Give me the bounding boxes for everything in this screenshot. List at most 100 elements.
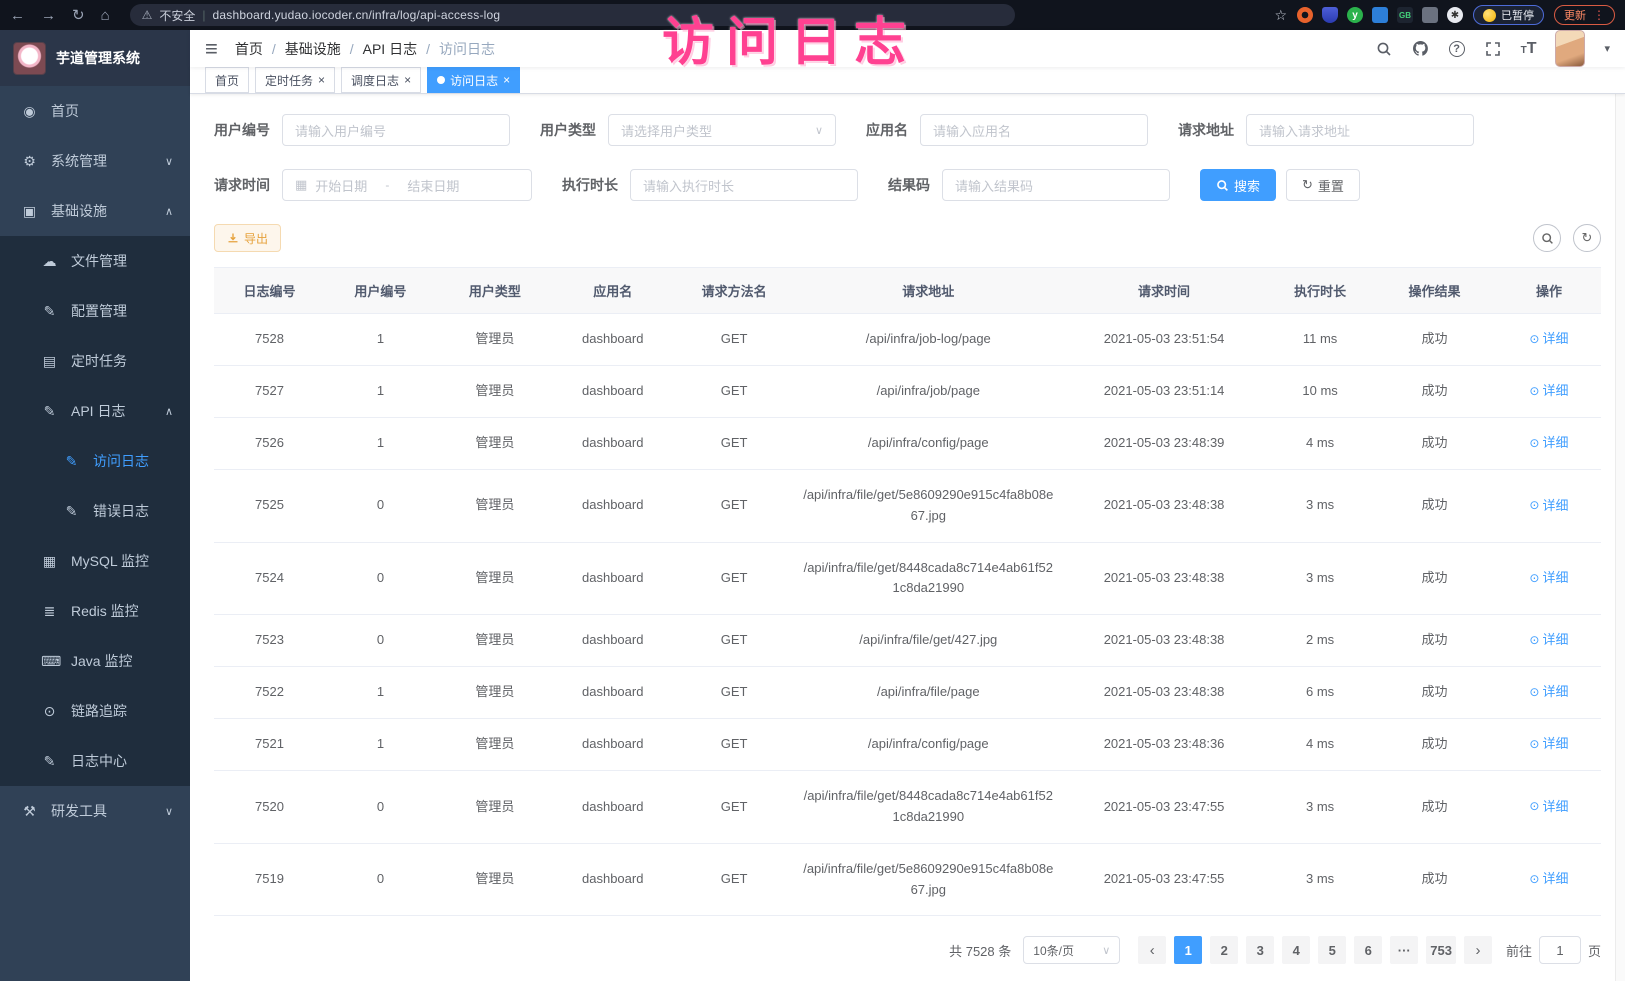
detail-link[interactable]: ⊙ 详细 <box>1529 329 1568 350</box>
sidebar-item-infra[interactable]: ▣ 基础设施 ∧ <box>0 186 190 236</box>
sidebar-item-home[interactable]: ◉ 首页 <box>0 86 190 136</box>
breadcrumb-api-log[interactable]: API 日志 <box>363 39 417 59</box>
tab-close-icon[interactable]: × <box>404 73 411 87</box>
sidebar-item-devtools[interactable]: ⚒ 研发工具 ∨ <box>0 786 190 836</box>
table-row[interactable]: 7528 1 管理员 dashboard GET /api/infra/job-… <box>214 314 1601 366</box>
detail-link[interactable]: ⊙ 详细 <box>1529 869 1568 890</box>
detail-link[interactable]: ⊙ 详细 <box>1529 496 1568 517</box>
date-range-picker[interactable]: ▦ 开始日期 - 结束日期 <box>282 169 532 201</box>
tab-home[interactable]: 首页 <box>205 67 249 93</box>
kebab-menu-icon[interactable]: ⋮ <box>1593 8 1605 22</box>
browser-reload-icon[interactable]: ↻ <box>72 6 85 24</box>
sidebar-toggle-icon[interactable]: ≡ <box>205 38 218 60</box>
sidebar-item-jobs[interactable]: ▤ 定时任务 <box>0 336 190 386</box>
tab-close-icon[interactable]: × <box>318 73 325 87</box>
user-id-input[interactable]: 请输入用户编号 <box>282 114 510 146</box>
user-avatar[interactable] <box>1555 30 1585 67</box>
user-type-select[interactable]: 请选择用户类型 ∨ <box>608 114 836 146</box>
page-button-753[interactable]: 753 <box>1426 936 1456 964</box>
browser-forward-icon[interactable]: → <box>41 7 56 24</box>
chevron-icon: ∨ <box>165 805 173 818</box>
result-code-input[interactable]: 请输入结果码 <box>942 169 1170 201</box>
app-name-input[interactable]: 请输入应用名 <box>920 114 1148 146</box>
sidebar-item-error-log[interactable]: ✎ 错误日志 <box>0 486 190 536</box>
table-row[interactable]: 7524 0 管理员 dashboard GET /api/infra/file… <box>214 542 1601 615</box>
refresh-button[interactable]: ↻ <box>1573 224 1601 252</box>
app-logo[interactable]: 芋道管理系统 <box>0 30 190 86</box>
page-button-more[interactable]: ··· <box>1390 936 1418 964</box>
goto-page-input[interactable]: 1 <box>1539 936 1581 964</box>
table-header-cell: 用户编号 <box>325 268 436 314</box>
table-row[interactable]: 7525 0 管理员 dashboard GET /api/infra/file… <box>214 470 1601 543</box>
export-button[interactable]: 导出 <box>214 224 281 252</box>
page-button-4[interactable]: 4 <box>1282 936 1310 964</box>
tab-jobs[interactable]: 定时任务 × <box>255 67 335 93</box>
detail-link[interactable]: ⊙ 详细 <box>1529 682 1568 703</box>
breadcrumb-home[interactable]: 首页 <box>235 39 263 59</box>
sidebar-item-mysql[interactable]: ▦ MySQL 监控 <box>0 536 190 586</box>
sidebar-item-access-log[interactable]: ✎ 访问日志 <box>0 436 190 486</box>
tab-access-log[interactable]: 访问日志 × <box>427 67 520 93</box>
page-button-1[interactable]: 1 <box>1174 936 1202 964</box>
next-page-button[interactable]: › <box>1464 936 1492 964</box>
detail-link[interactable]: ⊙ 详细 <box>1529 797 1568 818</box>
table-row[interactable]: 7522 1 管理员 dashboard GET /api/infra/file… <box>214 667 1601 719</box>
font-size-icon[interactable]: TT <box>1521 40 1537 58</box>
prev-page-button[interactable]: ‹ <box>1138 936 1166 964</box>
blue-extension-icon[interactable] <box>1372 7 1388 23</box>
user-id-cell: 0 <box>325 470 436 543</box>
sidebar-item-api-log[interactable]: ✎ API 日志 ∧ <box>0 386 190 436</box>
github-icon[interactable] <box>1412 40 1430 58</box>
avatar-caret-icon[interactable]: ▾ <box>1604 42 1610 55</box>
sidebar-item-redis[interactable]: ≣ Redis 监控 <box>0 586 190 636</box>
sidebar-item-trace[interactable]: ⊙ 链路追踪 <box>0 686 190 736</box>
green-extension-icon[interactable]: y <box>1347 7 1363 23</box>
paused-badge[interactable]: 已暂停 <box>1473 5 1544 25</box>
sidebar-item-java[interactable]: ⌨ Java 监控 <box>0 636 190 686</box>
detail-link[interactable]: ⊙ 详细 <box>1529 433 1568 454</box>
app-name-cell: dashboard <box>554 542 672 615</box>
page-button-5[interactable]: 5 <box>1318 936 1346 964</box>
detail-link[interactable]: ⊙ 详细 <box>1529 381 1568 402</box>
table-row[interactable]: 7520 0 管理员 dashboard GET /api/infra/file… <box>214 771 1601 844</box>
vertical-scrollbar[interactable] <box>1615 30 1625 981</box>
shield-extension-icon[interactable] <box>1322 7 1338 23</box>
sidebar-item-config[interactable]: ✎ 配置管理 <box>0 286 190 336</box>
gray-extension-icon[interactable] <box>1422 7 1438 23</box>
search-icon[interactable] <box>1375 40 1393 58</box>
table-row[interactable]: 7526 1 管理员 dashboard GET /api/infra/conf… <box>214 418 1601 470</box>
table-row[interactable]: 7523 0 管理员 dashboard GET /api/infra/file… <box>214 615 1601 667</box>
detail-link[interactable]: ⊙ 详细 <box>1529 734 1568 755</box>
orange-extension-icon[interactable] <box>1297 7 1313 23</box>
fullscreen-icon[interactable] <box>1484 40 1502 58</box>
page-button-3[interactable]: 3 <box>1246 936 1274 964</box>
browser-back-icon[interactable]: ← <box>10 7 25 24</box>
sidebar-item-file[interactable]: ☁ 文件管理 <box>0 236 190 286</box>
toggle-search-button[interactable] <box>1533 224 1561 252</box>
page-button-6[interactable]: 6 <box>1354 936 1382 964</box>
page-button-2[interactable]: 2 <box>1210 936 1238 964</box>
tab-close-icon[interactable]: × <box>503 73 510 87</box>
reset-button[interactable]: ↻ 重置 <box>1286 169 1360 201</box>
help-icon[interactable]: ? <box>1449 41 1465 57</box>
detail-link[interactable]: ⊙ 详细 <box>1529 568 1568 589</box>
sidebar-item-log-center[interactable]: ✎ 日志中心 <box>0 736 190 786</box>
table-row[interactable]: 7519 0 管理员 dashboard GET /api/infra/file… <box>214 843 1601 916</box>
tab-job-log[interactable]: 调度日志 × <box>341 67 421 93</box>
dark-extension-icon[interactable]: GB <box>1397 7 1413 23</box>
sidebar-item-system[interactable]: ⚙ 系统管理 ∨ <box>0 136 190 186</box>
address-bar[interactable]: ⚠ 不安全 | dashboard.yudao.iocoder.cn/infra… <box>130 4 1015 26</box>
update-button[interactable]: 更新 ⋮ <box>1554 5 1615 25</box>
search-button[interactable]: 搜索 <box>1200 169 1276 201</box>
page-size-select[interactable]: 10条/页 ∨ <box>1023 936 1120 964</box>
detail-link[interactable]: ⊙ 详细 <box>1529 630 1568 651</box>
duration-input[interactable]: 请输入执行时长 <box>630 169 858 201</box>
bookmark-star-icon[interactable]: ☆ <box>1274 7 1287 24</box>
paw-extension-icon[interactable]: ✱ <box>1447 7 1463 23</box>
request-url-input[interactable]: 请输入请求地址 <box>1246 114 1474 146</box>
duration-cell: 3 ms <box>1268 470 1372 543</box>
browser-home-icon[interactable]: ⌂ <box>101 7 110 24</box>
breadcrumb-infra[interactable]: 基础设施 <box>285 39 341 59</box>
table-row[interactable]: 7521 1 管理员 dashboard GET /api/infra/conf… <box>214 719 1601 771</box>
table-row[interactable]: 7527 1 管理员 dashboard GET /api/infra/job/… <box>214 366 1601 418</box>
